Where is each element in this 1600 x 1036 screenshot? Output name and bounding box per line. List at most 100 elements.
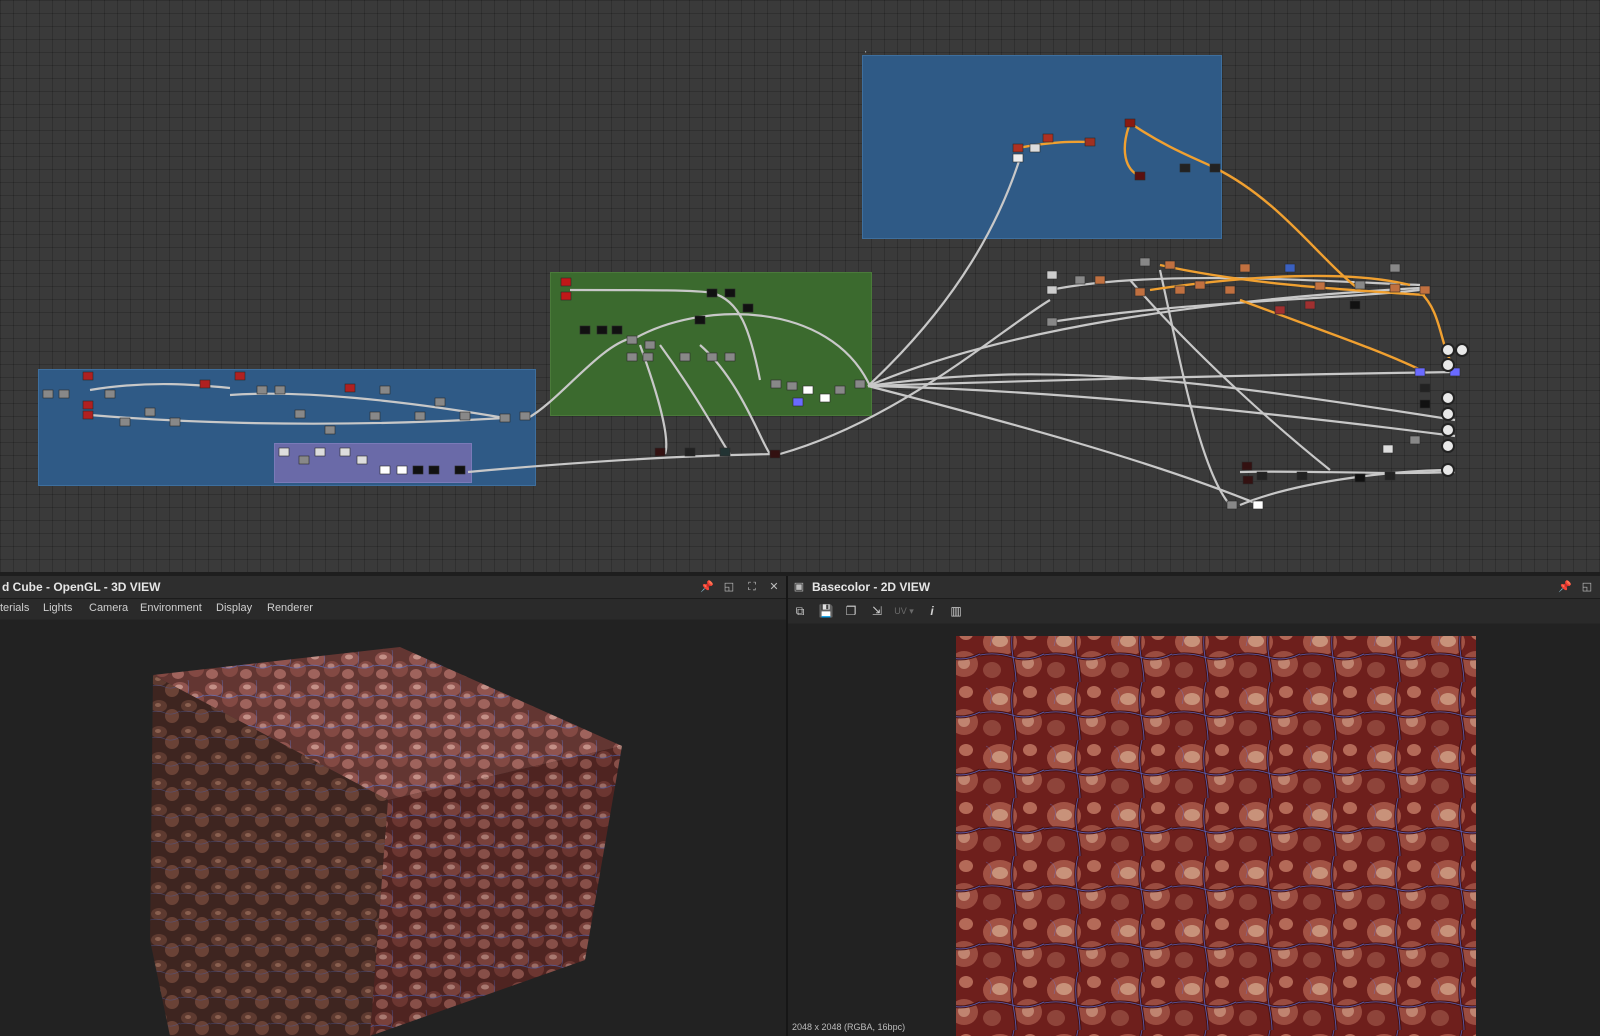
uv-dropdown[interactable]: UV ▾ bbox=[892, 603, 916, 619]
graph-node[interactable] bbox=[1124, 118, 1136, 128]
2d-view-titlebar[interactable]: ▣ Basecolor - 2D VIEW 📌 ◱ bbox=[788, 576, 1600, 599]
graph-node[interactable] bbox=[414, 411, 426, 421]
graph-node[interactable] bbox=[428, 465, 440, 475]
graph-node[interactable] bbox=[1414, 367, 1426, 377]
graph-node[interactable] bbox=[706, 288, 718, 298]
graph-node[interactable] bbox=[626, 352, 638, 362]
graph-node[interactable] bbox=[1419, 383, 1431, 393]
graph-node[interactable] bbox=[644, 340, 656, 350]
screenshot-icon[interactable]: ⧉ bbox=[792, 603, 808, 619]
graph-node[interactable] bbox=[379, 465, 391, 475]
graph-node[interactable] bbox=[626, 335, 638, 345]
graph-node[interactable] bbox=[1419, 285, 1431, 295]
graph-node[interactable] bbox=[1304, 300, 1316, 310]
graph-node[interactable] bbox=[1046, 317, 1058, 327]
graph-node[interactable] bbox=[324, 425, 336, 435]
menu-materials[interactable]: terials bbox=[0, 602, 29, 614]
graph-node[interactable] bbox=[1382, 444, 1394, 454]
graph-node[interactable] bbox=[1419, 399, 1431, 409]
graph-node[interactable] bbox=[1349, 300, 1361, 310]
graph-node[interactable] bbox=[256, 385, 268, 395]
graph-node[interactable] bbox=[834, 385, 846, 395]
graph-node[interactable] bbox=[719, 447, 731, 457]
graph-node[interactable] bbox=[1042, 133, 1054, 143]
output-node[interactable] bbox=[1441, 391, 1455, 405]
graph-node[interactable] bbox=[1314, 281, 1326, 291]
menu-lights[interactable]: Lights bbox=[43, 602, 72, 614]
graph-node[interactable] bbox=[654, 447, 666, 457]
graph-node[interactable] bbox=[412, 465, 424, 475]
info-icon[interactable]: i bbox=[924, 603, 940, 619]
pin-icon[interactable]: 📌 bbox=[700, 580, 714, 594]
graph-node[interactable] bbox=[1074, 275, 1086, 285]
graph-node[interactable] bbox=[742, 303, 754, 313]
graph-node[interactable] bbox=[1354, 473, 1366, 483]
textured-cube[interactable] bbox=[0, 620, 786, 1036]
graph-node[interactable] bbox=[274, 385, 286, 395]
graph-node[interactable] bbox=[1164, 260, 1176, 270]
graph-node[interactable] bbox=[1389, 263, 1401, 273]
graph-node[interactable] bbox=[369, 411, 381, 421]
graph-node[interactable] bbox=[344, 383, 356, 393]
output-node[interactable] bbox=[1441, 343, 1455, 357]
graph-node[interactable] bbox=[1134, 287, 1146, 297]
graph-node[interactable] bbox=[1409, 435, 1421, 445]
graph-node[interactable] bbox=[1256, 471, 1268, 481]
graph-node[interactable] bbox=[356, 455, 368, 465]
graph-node[interactable] bbox=[144, 407, 156, 417]
graph-node[interactable] bbox=[1389, 283, 1401, 293]
graph-node[interactable] bbox=[1209, 163, 1221, 173]
graph-node[interactable] bbox=[1046, 285, 1058, 295]
graph-node[interactable] bbox=[1284, 263, 1296, 273]
graph-node[interactable] bbox=[42, 389, 54, 399]
3d-view-titlebar[interactable]: d Cube - OpenGL - 3D VIEW 📌 ◱ ⛶ ✕ bbox=[0, 576, 786, 599]
graph-node[interactable] bbox=[234, 371, 246, 381]
menu-display[interactable]: Display bbox=[216, 602, 252, 614]
output-node[interactable] bbox=[1441, 407, 1455, 421]
node-graph-canvas[interactable]: ▪ bbox=[0, 0, 1600, 572]
graph-node[interactable] bbox=[611, 325, 623, 335]
graph-node[interactable] bbox=[396, 465, 408, 475]
graph-node[interactable] bbox=[1174, 285, 1186, 295]
graph-node[interactable] bbox=[1241, 461, 1253, 471]
graph-node[interactable] bbox=[1194, 280, 1206, 290]
graph-node[interactable] bbox=[1134, 171, 1146, 181]
graph-node[interactable] bbox=[104, 389, 116, 399]
output-node[interactable] bbox=[1441, 423, 1455, 437]
graph-node[interactable] bbox=[1084, 137, 1096, 147]
save-icon[interactable]: 💾 bbox=[818, 603, 834, 619]
graph-node[interactable] bbox=[1179, 163, 1191, 173]
graph-node[interactable] bbox=[58, 389, 70, 399]
graph-node[interactable] bbox=[314, 447, 326, 457]
graph-node[interactable] bbox=[499, 413, 511, 423]
graph-node[interactable] bbox=[1354, 280, 1366, 290]
graph-node[interactable] bbox=[769, 449, 781, 459]
graph-node[interactable] bbox=[82, 400, 94, 410]
undock-icon[interactable]: ◱ bbox=[1580, 580, 1594, 594]
graph-node[interactable] bbox=[1252, 500, 1264, 510]
graph-node[interactable] bbox=[802, 385, 814, 395]
menu-environment[interactable]: Environment bbox=[140, 602, 202, 614]
graph-node[interactable] bbox=[278, 447, 290, 457]
2d-viewport[interactable]: 2048 x 2048 (RGBA, 16bpc) bbox=[788, 624, 1600, 1036]
graph-node[interactable] bbox=[434, 397, 446, 407]
close-icon[interactable]: ✕ bbox=[767, 580, 781, 594]
graph-node[interactable] bbox=[560, 277, 572, 287]
graph-node[interactable] bbox=[459, 411, 471, 421]
graph-node[interactable] bbox=[684, 447, 696, 457]
pin-icon[interactable]: 📌 bbox=[1558, 580, 1572, 594]
graph-node[interactable] bbox=[119, 417, 131, 427]
graph-node[interactable] bbox=[1226, 500, 1238, 510]
graph-node[interactable] bbox=[596, 325, 608, 335]
graph-node[interactable] bbox=[706, 352, 718, 362]
graph-node[interactable] bbox=[1139, 257, 1151, 267]
graph-node[interactable] bbox=[642, 352, 654, 362]
graph-node[interactable] bbox=[724, 352, 736, 362]
graph-node[interactable] bbox=[819, 393, 831, 403]
output-node[interactable] bbox=[1455, 343, 1469, 357]
output-node[interactable] bbox=[1441, 463, 1455, 477]
copy-icon[interactable]: ❐ bbox=[843, 603, 859, 619]
graph-node[interactable] bbox=[82, 371, 94, 381]
graph-node[interactable] bbox=[294, 409, 306, 419]
maximize-icon[interactable]: ⛶ bbox=[745, 580, 759, 594]
